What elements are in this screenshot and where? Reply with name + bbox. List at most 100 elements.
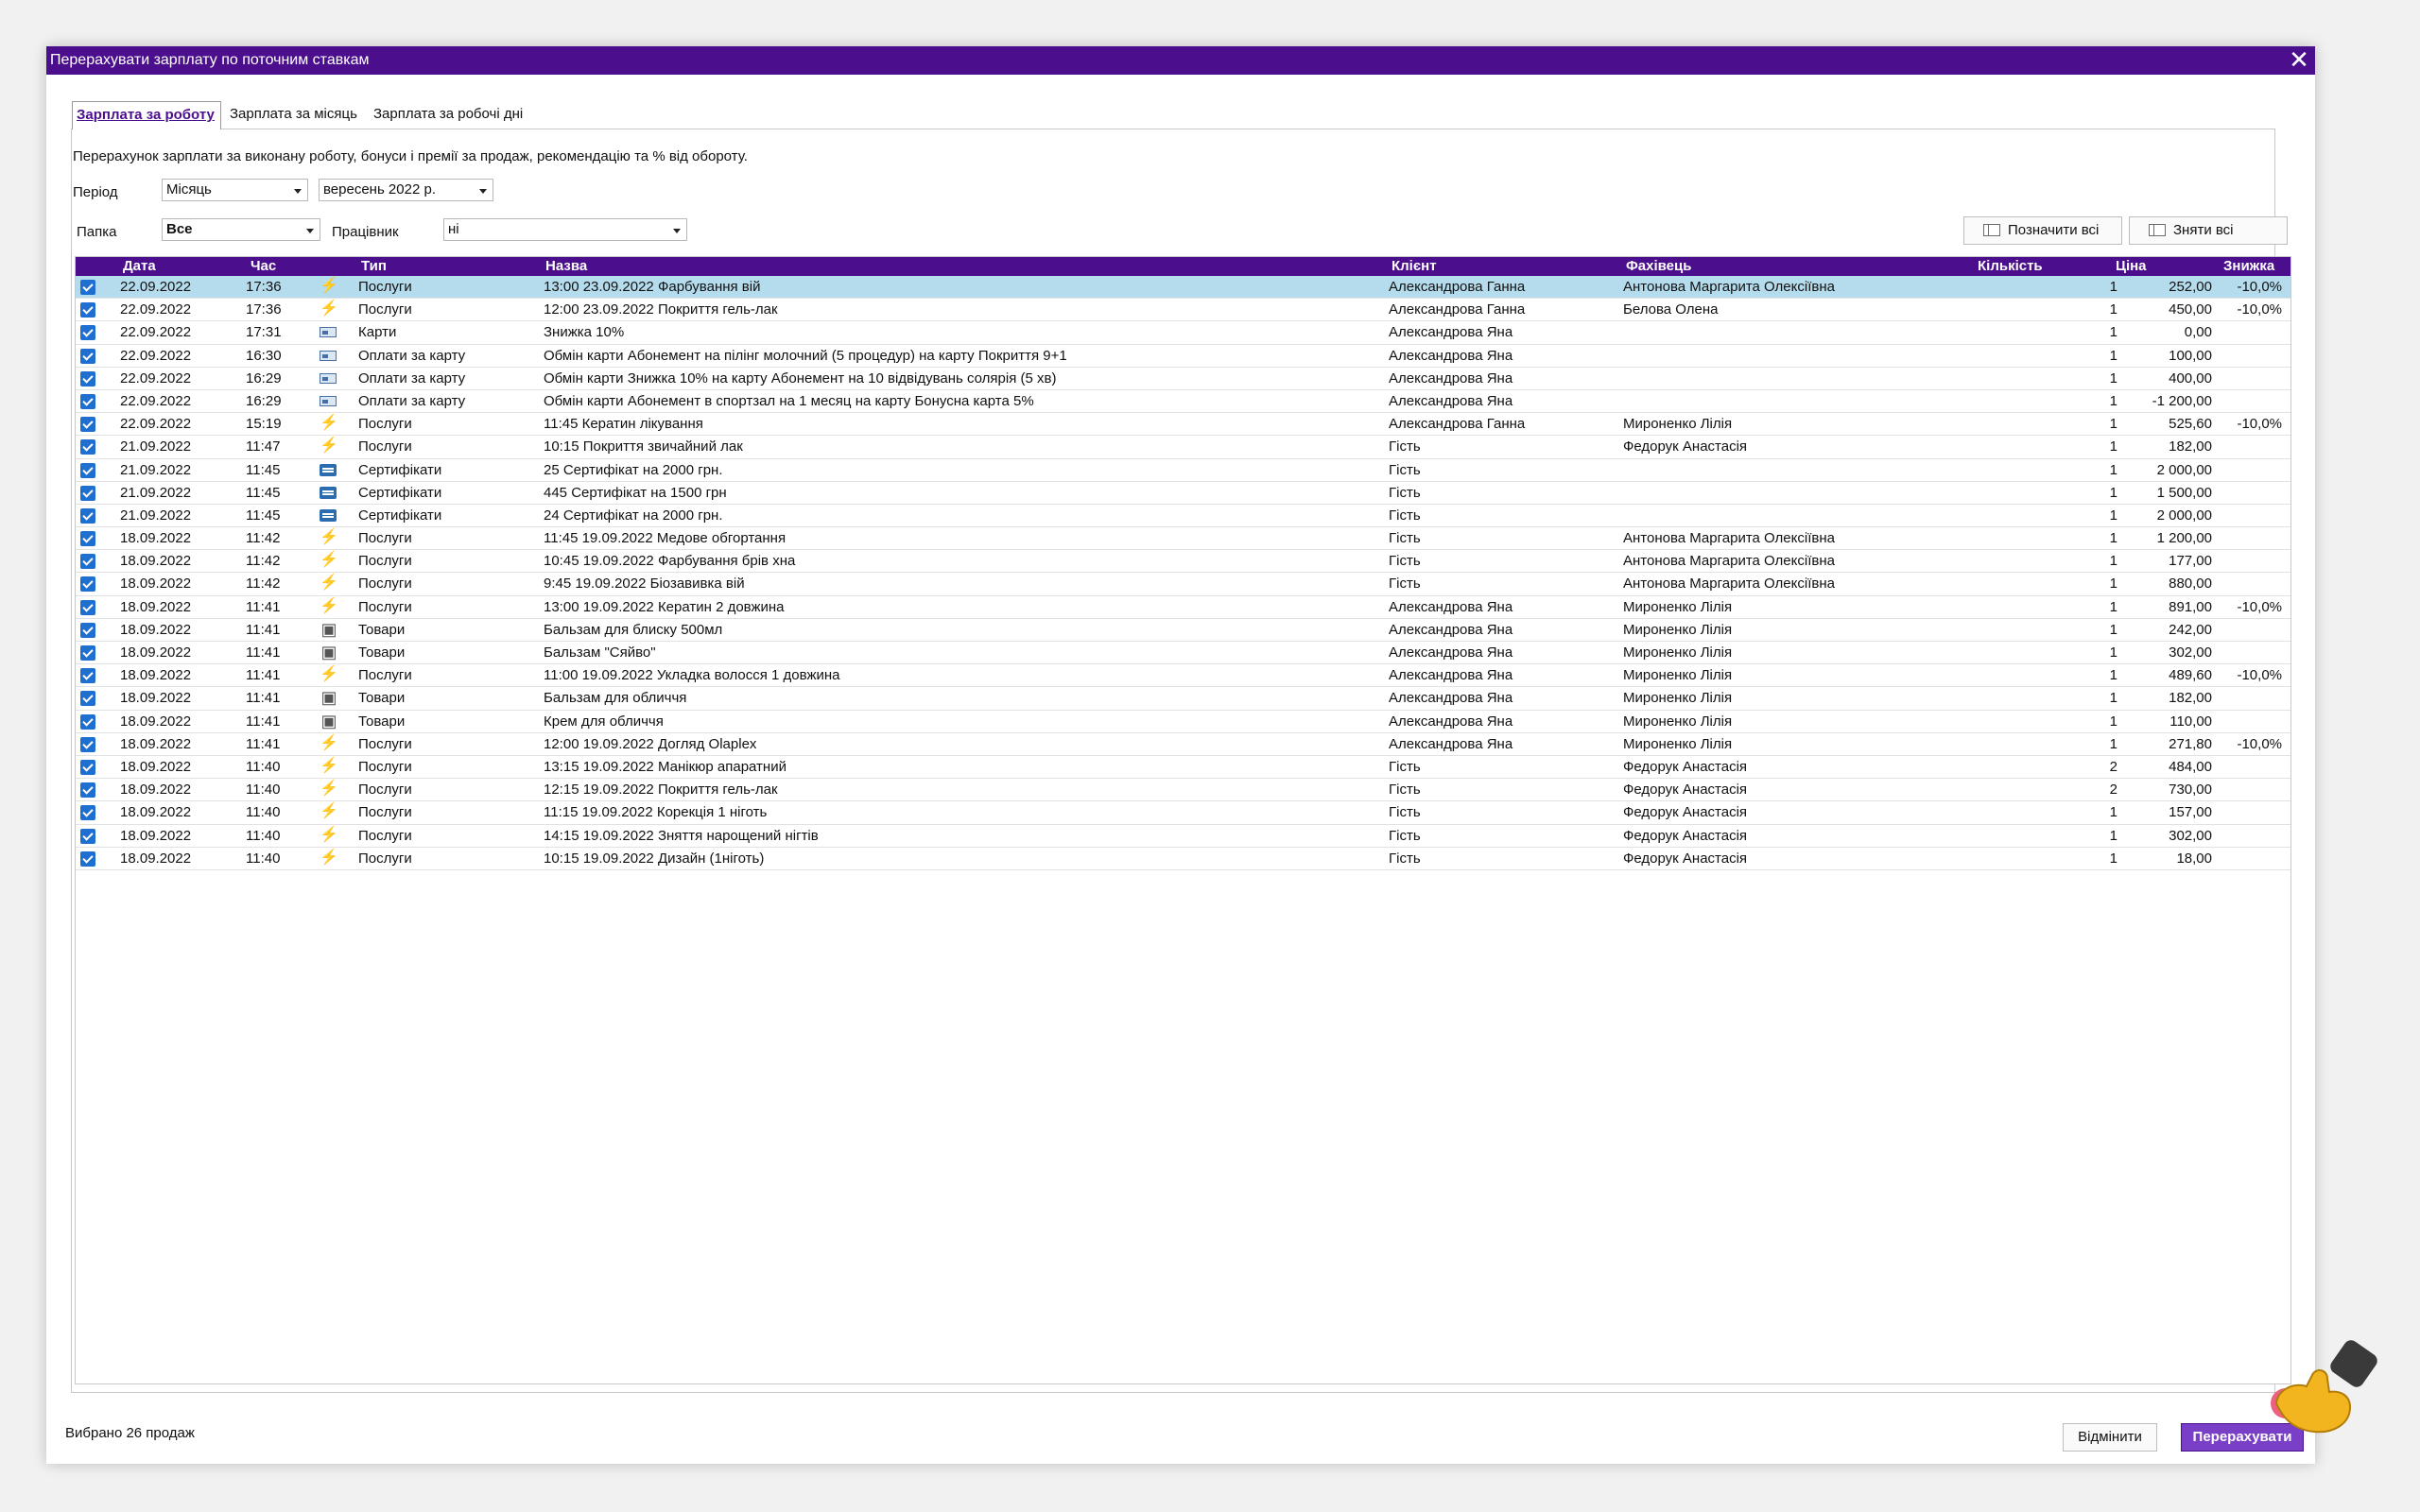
cell-quantity: 1 — [2109, 576, 2118, 593]
cell-price: 177,00 — [2169, 553, 2212, 570]
table-row[interactable]: 18.09.2022 11:42 ⚡ Послуги 10:45 19.09.2022 … — [76, 550, 2290, 574]
row-checkbox[interactable] — [80, 736, 95, 752]
cell-name: 12:00 23.09.2022 Покриття гель-лак — [544, 301, 778, 318]
column-header-date[interactable]: Дата — [123, 258, 156, 274]
table-row[interactable]: 18.09.2022 11:40 ⚡ Послуги 13:15 19.09.2022 … — [76, 756, 2290, 780]
table-row[interactable]: 18.09.2022 11:41 ▣ Товари Бальзам "Сяйво" Але… — [76, 642, 2290, 665]
lightning-icon: ⚡ — [320, 552, 338, 569]
row-checkbox[interactable] — [80, 417, 95, 433]
cell-date: 21.09.2022 — [120, 484, 192, 501]
table-row[interactable]: 22.09.2022 16:29 Оплати за карту Обмін карт… — [76, 368, 2290, 390]
table-row[interactable]: 18.09.2022 11:41 ▣ Товари Бальзам для обличч… — [76, 687, 2290, 711]
table-row[interactable]: 21.09.2022 11:45 Сертифікати 445 Сертифікат… — [76, 482, 2290, 505]
row-checkbox[interactable] — [80, 370, 95, 387]
box-icon: ▣ — [320, 688, 337, 708]
row-checkbox[interactable] — [80, 850, 95, 867]
table-row[interactable]: 18.09.2022 11:41 ▣ Товари Крем для обличчя Ал… — [76, 711, 2290, 733]
row-checkbox[interactable] — [80, 576, 95, 593]
table-row[interactable]: 22.09.2022 16:29 Оплати за карту Обмін карт… — [76, 390, 2290, 414]
cell-time: 17:36 — [246, 301, 282, 318]
row-checkbox[interactable] — [80, 554, 95, 570]
cell-name: 24 Сертифікат на 2000 грн. — [544, 507, 723, 524]
box-icon: ▣ — [320, 619, 337, 639]
table-row[interactable]: 18.09.2022 11:41 ▣ Товари Бальзам для блиску… — [76, 619, 2290, 642]
folder-dropdown[interactable]: Все — [162, 218, 320, 241]
select-all-button[interactable]: Позначити всі — [1963, 216, 2122, 245]
table-row[interactable]: 22.09.2022 17:31 Карти Знижка 10% Александро… — [76, 321, 2290, 345]
cell-discount: -10,0% — [2237, 735, 2282, 752]
row-checkbox[interactable] — [80, 691, 95, 707]
grid-header: Дата Час Тип Назва Клієнт Фахівець Кільк… — [76, 257, 2290, 276]
cell-price: 2 000,00 — [2156, 507, 2212, 524]
table-row[interactable]: 18.09.2022 11:41 ⚡ Послуги 12:00 19.09.2022 … — [76, 733, 2290, 756]
row-checkbox[interactable] — [80, 645, 95, 661]
cell-price: 891,00 — [2169, 598, 2212, 615]
cell-client: Гість — [1389, 484, 1421, 501]
table-row[interactable]: 22.09.2022 17:36 ⚡ Послуги 13:00 23.09.2022 … — [76, 276, 2290, 300]
folder-label: Папка — [77, 224, 117, 240]
tab-work-salary[interactable]: Зарплата за роботу — [72, 101, 221, 129]
row-checkbox[interactable] — [80, 668, 95, 684]
table-row[interactable]: 22.09.2022 15:19 ⚡ Послуги 11:45 Кератин лік… — [76, 413, 2290, 437]
cell-price: 110,00 — [2169, 713, 2212, 730]
row-checkbox[interactable] — [80, 599, 95, 615]
cell-time: 16:29 — [246, 369, 282, 387]
row-checkbox[interactable] — [80, 325, 95, 341]
cell-type: Послуги — [358, 827, 412, 844]
employee-dropdown[interactable]: ні — [443, 218, 687, 241]
row-checkbox[interactable] — [80, 713, 95, 730]
cell-quantity: 1 — [2109, 690, 2118, 707]
column-header-price[interactable]: Ціна — [2116, 258, 2147, 274]
row-checkbox[interactable] — [80, 280, 95, 295]
table-row[interactable]: 22.09.2022 16:30 Оплати за карту Обмін карт… — [76, 345, 2290, 368]
table-row[interactable]: 18.09.2022 11:42 ⚡ Послуги 9:45 19.09.2022 Б… — [76, 573, 2290, 596]
row-checkbox[interactable] — [80, 485, 95, 501]
table-row[interactable]: 21.09.2022 11:45 Сертифікати 25 Сертифікат … — [76, 459, 2290, 482]
table-row[interactable]: 18.09.2022 11:41 ⚡ Послуги 13:00 19.09.2022 … — [76, 596, 2290, 619]
row-checkbox[interactable] — [80, 622, 95, 638]
row-checkbox[interactable] — [80, 439, 95, 455]
table-row[interactable]: 21.09.2022 11:47 ⚡ Послуги 10:15 Покриття зв… — [76, 436, 2290, 459]
sales-grid: Дата Час Тип Назва Клієнт Фахівець Кільк… — [75, 256, 2291, 1384]
row-checkbox[interactable] — [80, 348, 95, 364]
cell-name: 13:00 23.09.2022 Фарбування вій — [544, 279, 761, 295]
row-checkbox[interactable] — [80, 828, 95, 844]
cell-date: 22.09.2022 — [120, 369, 192, 387]
row-checkbox[interactable] — [80, 531, 95, 547]
cancel-button[interactable]: Відмінити — [2063, 1423, 2157, 1452]
row-checkbox[interactable] — [80, 782, 95, 799]
recalculate-button[interactable]: Перерахувати — [2181, 1423, 2304, 1452]
cell-type: Послуги — [358, 598, 412, 615]
row-checkbox[interactable] — [80, 507, 95, 524]
tab-monthly-salary[interactable]: Зарплата за місяць — [226, 101, 361, 128]
table-row[interactable]: 18.09.2022 11:41 ⚡ Послуги 11:00 19.09.2022 … — [76, 664, 2290, 688]
table-row[interactable]: 21.09.2022 11:45 Сертифікати 24 Сертифікат … — [76, 505, 2290, 528]
table-row[interactable]: 18.09.2022 11:40 ⚡ Послуги 12:15 19.09.2022 … — [76, 779, 2290, 802]
period-dropdown[interactable]: Місяць — [162, 179, 308, 201]
row-checkbox[interactable] — [80, 302, 95, 318]
column-header-specialist[interactable]: Фахівець — [1626, 258, 1691, 274]
deselect-all-button[interactable]: Зняти всі — [2129, 216, 2288, 245]
column-header-discount[interactable]: Знижка — [2223, 258, 2274, 274]
column-header-time[interactable]: Час — [251, 258, 276, 274]
row-checkbox[interactable] — [80, 462, 95, 478]
row-checkbox[interactable] — [80, 805, 95, 821]
row-checkbox[interactable] — [80, 759, 95, 775]
month-dropdown[interactable]: вересень 2022 р. — [319, 179, 493, 201]
column-header-client[interactable]: Клієнт — [1392, 258, 1437, 274]
row-checkbox[interactable] — [80, 393, 95, 409]
cell-specialist: Мироненко Лілія — [1623, 690, 1733, 707]
table-row[interactable]: 18.09.2022 11:40 ⚡ Послуги 10:15 19.09.2022 … — [76, 848, 2290, 870]
table-row[interactable]: 18.09.2022 11:42 ⚡ Послуги 11:45 19.09.2022 … — [76, 527, 2290, 551]
tab-workdays-salary[interactable]: Зарплата за робочі дні — [370, 101, 527, 128]
table-row[interactable]: 18.09.2022 11:40 ⚡ Послуги 11:15 19.09.2022 … — [76, 801, 2290, 825]
table-row[interactable]: 18.09.2022 11:40 ⚡ Послуги 14:15 19.09.2022 … — [76, 825, 2290, 848]
table-row[interactable]: 22.09.2022 17:36 ⚡ Послуги 12:00 23.09.2022 … — [76, 299, 2290, 322]
cell-client: Гість — [1389, 850, 1421, 867]
column-header-type[interactable]: Тип — [361, 258, 387, 274]
cell-type: Оплати за карту — [358, 392, 466, 409]
column-header-quantity[interactable]: Кількість — [1978, 258, 2043, 274]
column-header-name[interactable]: Назва — [545, 258, 587, 274]
cell-name: 14:15 19.09.2022 Зняття нарощений нігтів — [544, 827, 819, 844]
close-icon[interactable]: ✕ — [2287, 47, 2311, 72]
